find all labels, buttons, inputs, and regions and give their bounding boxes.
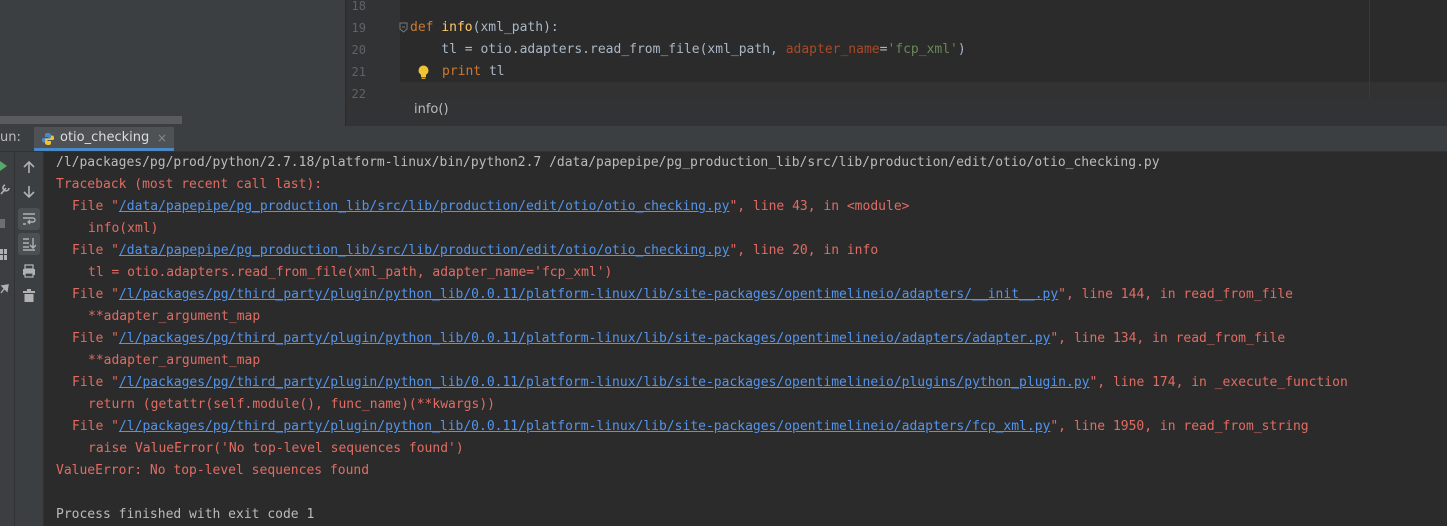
code-text: )	[957, 42, 966, 57]
frame-suffix: ", line 43, in <module>	[729, 199, 910, 214]
line-number: 18	[351, 0, 366, 13]
stop-icon[interactable]	[0, 219, 6, 229]
line-number: 21	[351, 65, 366, 79]
frame-suffix: ", line 134, in read_from_file	[1050, 331, 1286, 346]
breadcrumb-bar	[346, 98, 1447, 127]
pin-icon[interactable]	[0, 283, 9, 295]
traceback-frame: File "/data/papepipe/pg_production_lib/s…	[72, 196, 909, 218]
frame-prefix: File "	[72, 331, 119, 346]
keyword: print	[442, 64, 482, 79]
file-link[interactable]: /data/papepipe/pg_production_lib/src/lib…	[119, 243, 729, 258]
traceback-frame: File "/l/packages/pg/third_party/plugin/…	[72, 328, 1285, 350]
file-link[interactable]: /l/packages/pg/third_party/plugin/python…	[119, 375, 1090, 390]
line-number: 19	[351, 21, 366, 35]
down-arrow-icon[interactable]	[22, 185, 36, 199]
frame-prefix: File "	[72, 243, 119, 258]
traceback-code: tl = otio.adapters.read_from_file(xml_pa…	[88, 265, 613, 280]
up-arrow-icon[interactable]	[22, 160, 36, 174]
frame-prefix: File "	[72, 419, 119, 434]
run-toolbar-left	[0, 152, 15, 526]
traceback-frame: File "/l/packages/pg/third_party/plugin/…	[72, 284, 1293, 306]
frame-suffix: ", line 144, in read_from_file	[1058, 287, 1293, 302]
frame-suffix: ", line 1950, in read_from_string	[1050, 419, 1309, 434]
frame-prefix: File "	[72, 287, 119, 302]
keyword: def	[410, 20, 442, 35]
close-icon[interactable]: ×	[157, 131, 167, 145]
function-name: info	[441, 20, 473, 35]
frame-prefix: File "	[72, 375, 119, 390]
code-text: tl = otio.adapters.read_from_file(xml_pa…	[410, 42, 786, 57]
code-line[interactable]: def info(xml_path):	[410, 17, 559, 39]
line-number: 20	[351, 43, 366, 57]
file-link[interactable]: /l/packages/pg/third_party/plugin/python…	[119, 419, 1050, 434]
error-message: ValueError: No top-level sequences found	[56, 463, 370, 478]
trash-icon[interactable]	[23, 289, 35, 303]
frame-suffix: ", line 174, in _execute_function	[1089, 375, 1348, 390]
traceback-code: return (getattr(self.module(), func_name…	[88, 397, 495, 412]
line-number: 22	[351, 87, 366, 98]
file-link[interactable]: /data/papepipe/pg_production_lib/src/lib…	[119, 199, 729, 214]
traceback-header: Traceback (most recent call last):	[56, 177, 323, 192]
param-name: adapter_name	[785, 42, 880, 57]
string-literal: 'fcp_xml'	[887, 42, 958, 57]
console-command: /l/packages/pg/prod/python/2.7.18/platfo…	[56, 155, 1160, 170]
lightbulb-icon[interactable]	[417, 65, 430, 80]
layout-icon[interactable]	[0, 249, 8, 261]
code-text: (xml_path):	[472, 20, 559, 35]
run-icon[interactable]	[0, 160, 8, 172]
wrench-icon[interactable]	[0, 183, 10, 195]
fold-icon[interactable]	[399, 22, 409, 34]
horizontal-scrollbar[interactable]	[0, 116, 182, 124]
soft-wrap-icon[interactable]	[22, 212, 36, 226]
run-label: un:	[0, 130, 21, 145]
frame-prefix: File "	[72, 199, 119, 214]
project-panel	[0, 0, 345, 126]
traceback-code: raise ValueError('No top-level sequences…	[88, 441, 464, 456]
traceback-code: info(xml)	[88, 221, 159, 236]
frame-suffix: ", line 20, in info	[729, 243, 879, 258]
code-line[interactable]: tl = otio.adapters.read_from_file(xml_pa…	[410, 39, 966, 61]
breadcrumb[interactable]: info()	[414, 102, 449, 117]
scroll-to-end-icon[interactable]	[22, 237, 36, 251]
run-tool-window-header	[0, 126, 1447, 152]
file-link[interactable]: /l/packages/pg/third_party/plugin/python…	[119, 331, 1050, 346]
current-line-highlight	[400, 82, 1447, 98]
python-icon	[42, 133, 54, 145]
tab-label: otio_checking	[60, 130, 150, 145]
file-link[interactable]: /l/packages/pg/third_party/plugin/python…	[119, 287, 1058, 302]
print-icon[interactable]	[22, 264, 36, 278]
code-line[interactable]: print tl	[442, 61, 505, 83]
traceback-code: **adapter_argument_map	[88, 353, 261, 368]
exit-message: Process finished with exit code 1	[56, 507, 315, 522]
right-margin-guide	[1369, 0, 1370, 98]
traceback-frame: File "/l/packages/pg/third_party/plugin/…	[72, 416, 1309, 438]
traceback-frame: File "/data/papepipe/pg_production_lib/s…	[72, 240, 878, 262]
code-text: tl	[481, 64, 505, 79]
traceback-code: **adapter_argument_map	[88, 309, 261, 324]
traceback-frame: File "/l/packages/pg/third_party/plugin/…	[72, 372, 1348, 394]
